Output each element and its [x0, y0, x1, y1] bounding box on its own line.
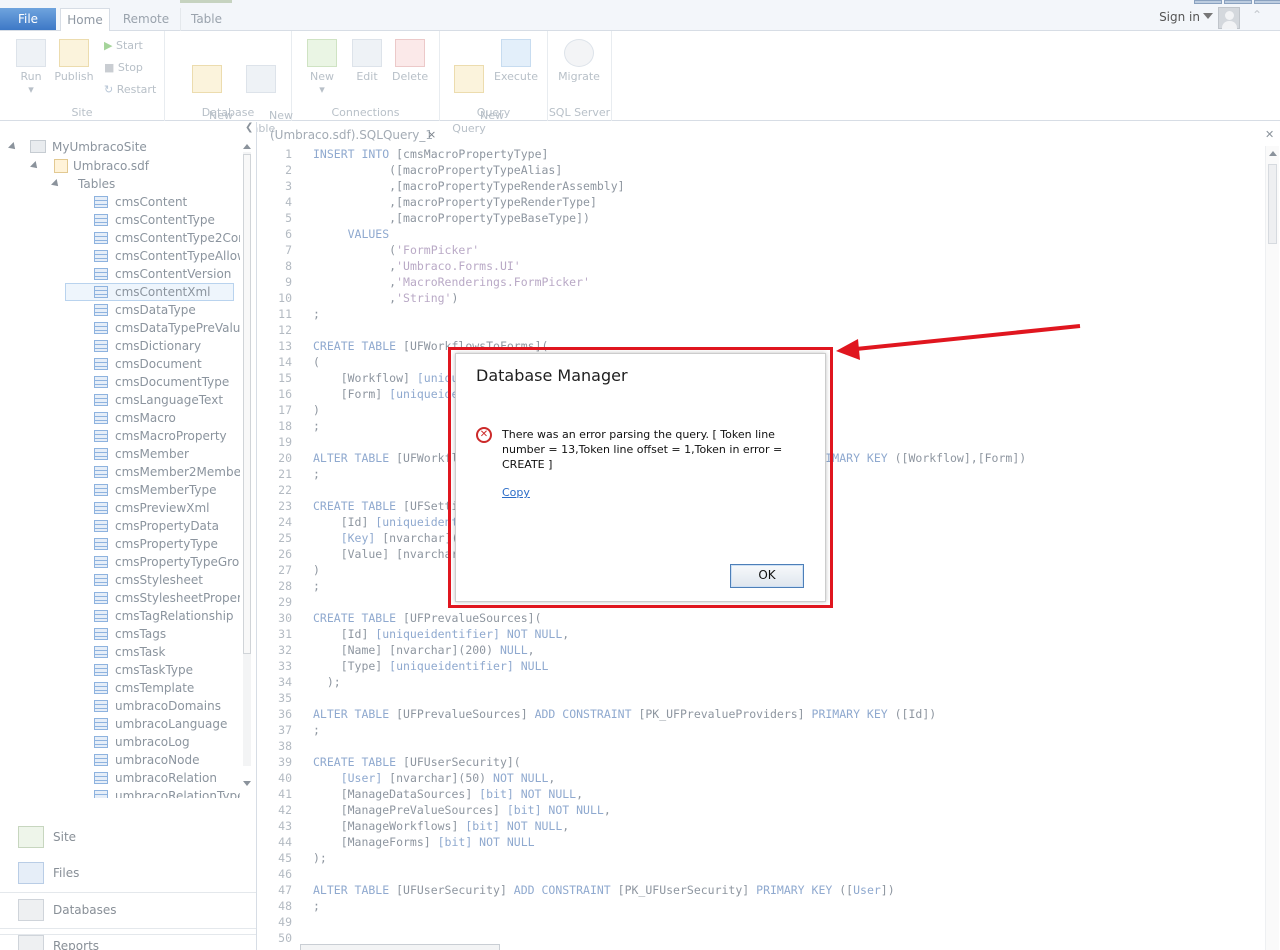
- database-manager-window: File Home Remote Table Sign in ⌃ Run ▾ Pu…: [0, 0, 1280, 950]
- annotation-arrow: [836, 324, 1081, 360]
- arrow-shaft: [855, 324, 1081, 351]
- arrow-head: [836, 339, 860, 360]
